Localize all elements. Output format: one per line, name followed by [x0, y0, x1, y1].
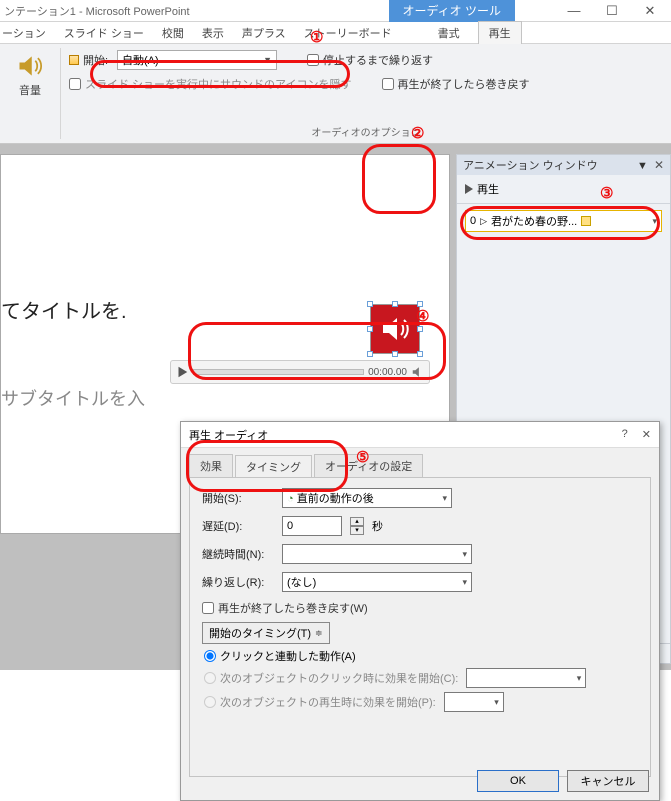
audio-object[interactable]: [370, 304, 420, 354]
tab-format[interactable]: 書式: [438, 25, 460, 41]
hide-icon-checkbox[interactable]: スライド ショーを実行中にサウンドのアイコンを隠す: [69, 76, 352, 92]
content-area: てタイトルを. サブタイトルを入 00:00.00 アニメーション ウィンドウ …: [0, 144, 671, 670]
animation-play-label: 再生: [477, 181, 499, 197]
radio-object-click[interactable]: 次のオブジェクトのクリック時に効果を開始(C): ▾: [204, 668, 638, 688]
tab-view[interactable]: 表示: [202, 25, 224, 41]
tab-timing[interactable]: タイミング: [235, 455, 312, 478]
chevron-down-icon[interactable]: ▾: [652, 216, 657, 227]
animation-item[interactable]: 0 ▷ 君がため春の野... ▾: [465, 210, 662, 232]
tab-voice-plus[interactable]: 声プラス: [242, 25, 286, 41]
slide-title-placeholder[interactable]: てタイトルを.: [1, 295, 127, 324]
dialog-delay-input[interactable]: 0: [282, 516, 342, 536]
window-title: ンテーション1 - Microsoft PowerPoint: [2, 3, 190, 19]
start-value: 自動(A): [122, 52, 159, 68]
animation-item-label: 君がため春の野...: [491, 213, 577, 229]
contextual-tab-audio-tools: オーディオ ツール: [389, 0, 516, 22]
chevron-down-icon: ▾: [462, 549, 467, 560]
volume-button[interactable]: 音量: [0, 44, 60, 143]
delay-spinner[interactable]: ▴▾: [350, 517, 364, 535]
maximize-button[interactable]: ☐: [593, 1, 631, 21]
seek-track[interactable]: [193, 369, 364, 375]
object-play-select: ▾: [444, 692, 504, 712]
chevron-down-icon: ▾: [462, 577, 467, 588]
start-row: 開始: 自動(A) ▼: [69, 50, 277, 70]
dialog-repeat-label: 繰り返し(R):: [202, 574, 274, 590]
start-timing-toggle[interactable]: 開始のタイミング(T)≑: [202, 622, 330, 644]
dialog-start-label: 開始(S):: [202, 490, 274, 506]
dialog-help-button[interactable]: ?: [622, 428, 628, 441]
dialog-rewind-checkbox[interactable]: 再生が終了したら巻き戻す(W): [202, 600, 638, 616]
start-label: 開始:: [69, 52, 109, 68]
rewind-checkbox[interactable]: 再生が終了したら巻き戻す: [382, 76, 530, 92]
tab-effect[interactable]: 効果: [189, 454, 233, 477]
dialog-start-value: 直前の動作の後: [297, 493, 374, 505]
speaker-icon: [379, 313, 411, 345]
dialog-start-select[interactable]: ◔ 直前の動作の後 ▾: [282, 488, 452, 508]
animation-pane-title: アニメーション ウィンドウ: [463, 157, 598, 173]
chevron-down-icon: ▼: [263, 55, 272, 65]
dialog-title: 再生 オーディオ: [189, 427, 268, 443]
volume-icon[interactable]: [411, 365, 425, 379]
volume-label: 音量: [19, 82, 41, 98]
title-bar: ンテーション1 - Microsoft PowerPoint オーディオ ツール…: [0, 0, 671, 22]
close-button[interactable]: ✕: [631, 1, 669, 21]
dialog-duration-label: 継続時間(N):: [202, 546, 274, 562]
animation-bar: [581, 216, 591, 226]
animation-item-index: 0: [470, 215, 476, 227]
dialog-repeat-select[interactable]: (なし)▾: [282, 572, 472, 592]
tab-audio-settings[interactable]: オーディオの設定: [314, 454, 423, 477]
object-click-select: ▾: [466, 668, 586, 688]
play-icon: ▷: [480, 216, 487, 227]
ribbon-tabs: ーション スライド ショー 校閲 表示 声プラス ストーリーボード 書式 再生: [0, 22, 671, 44]
chevron-up-icon: ≑: [315, 628, 323, 639]
dialog-tabs: 効果 タイミング オーディオの設定: [181, 448, 659, 477]
player-time: 00:00.00: [368, 367, 407, 378]
slide-subtitle-placeholder[interactable]: サブタイトルを入: [1, 385, 145, 411]
tab-storyboard[interactable]: ストーリーボード: [304, 25, 392, 41]
pane-close-icon[interactable]: ✕: [654, 158, 664, 172]
radio-object-play[interactable]: 次のオブジェクトの再生時に効果を開始(P): ▾: [204, 692, 638, 712]
dialog-duration-select[interactable]: ▾: [282, 544, 472, 564]
dialog-close-button[interactable]: ✕: [642, 428, 651, 441]
chevron-down-icon: ▾: [442, 493, 447, 504]
speaker-icon: [16, 52, 44, 80]
start-dropdown[interactable]: 自動(A) ▼: [117, 50, 277, 70]
tab-playback[interactable]: 再生: [478, 21, 522, 45]
play-icon[interactable]: [175, 365, 189, 379]
play-audio-dialog: 再生 オーディオ ? ✕ 効果 タイミング オーディオの設定 開始(S): ◔ …: [180, 421, 660, 801]
pane-menu-icon[interactable]: ▼ ✕: [637, 158, 664, 172]
play-icon: [465, 184, 473, 194]
loop-checkbox[interactable]: 停止するまで繰り返す: [307, 50, 433, 70]
dialog-delay-label: 遅延(D):: [202, 518, 274, 534]
minimize-button[interactable]: —: [555, 1, 593, 21]
animation-play-button[interactable]: 再生: [457, 175, 670, 204]
tab-animation[interactable]: ーション: [2, 25, 46, 41]
radio-click-sync[interactable]: クリックと連動した動作(A): [204, 648, 638, 664]
audio-player[interactable]: 00:00.00: [170, 360, 430, 384]
tab-slideshow[interactable]: スライド ショー: [64, 25, 144, 41]
ribbon: 音量 開始: 自動(A) ▼ 停止するまで繰り返す スライド ショーを実行中にサ…: [0, 44, 671, 144]
start-icon: [69, 55, 79, 65]
seconds-label: 秒: [372, 518, 383, 534]
ribbon-group-caption: オーディオのオプション: [69, 124, 663, 141]
ok-button[interactable]: OK: [477, 770, 559, 792]
tab-review[interactable]: 校閲: [162, 25, 184, 41]
cancel-button[interactable]: キャンセル: [567, 770, 649, 792]
